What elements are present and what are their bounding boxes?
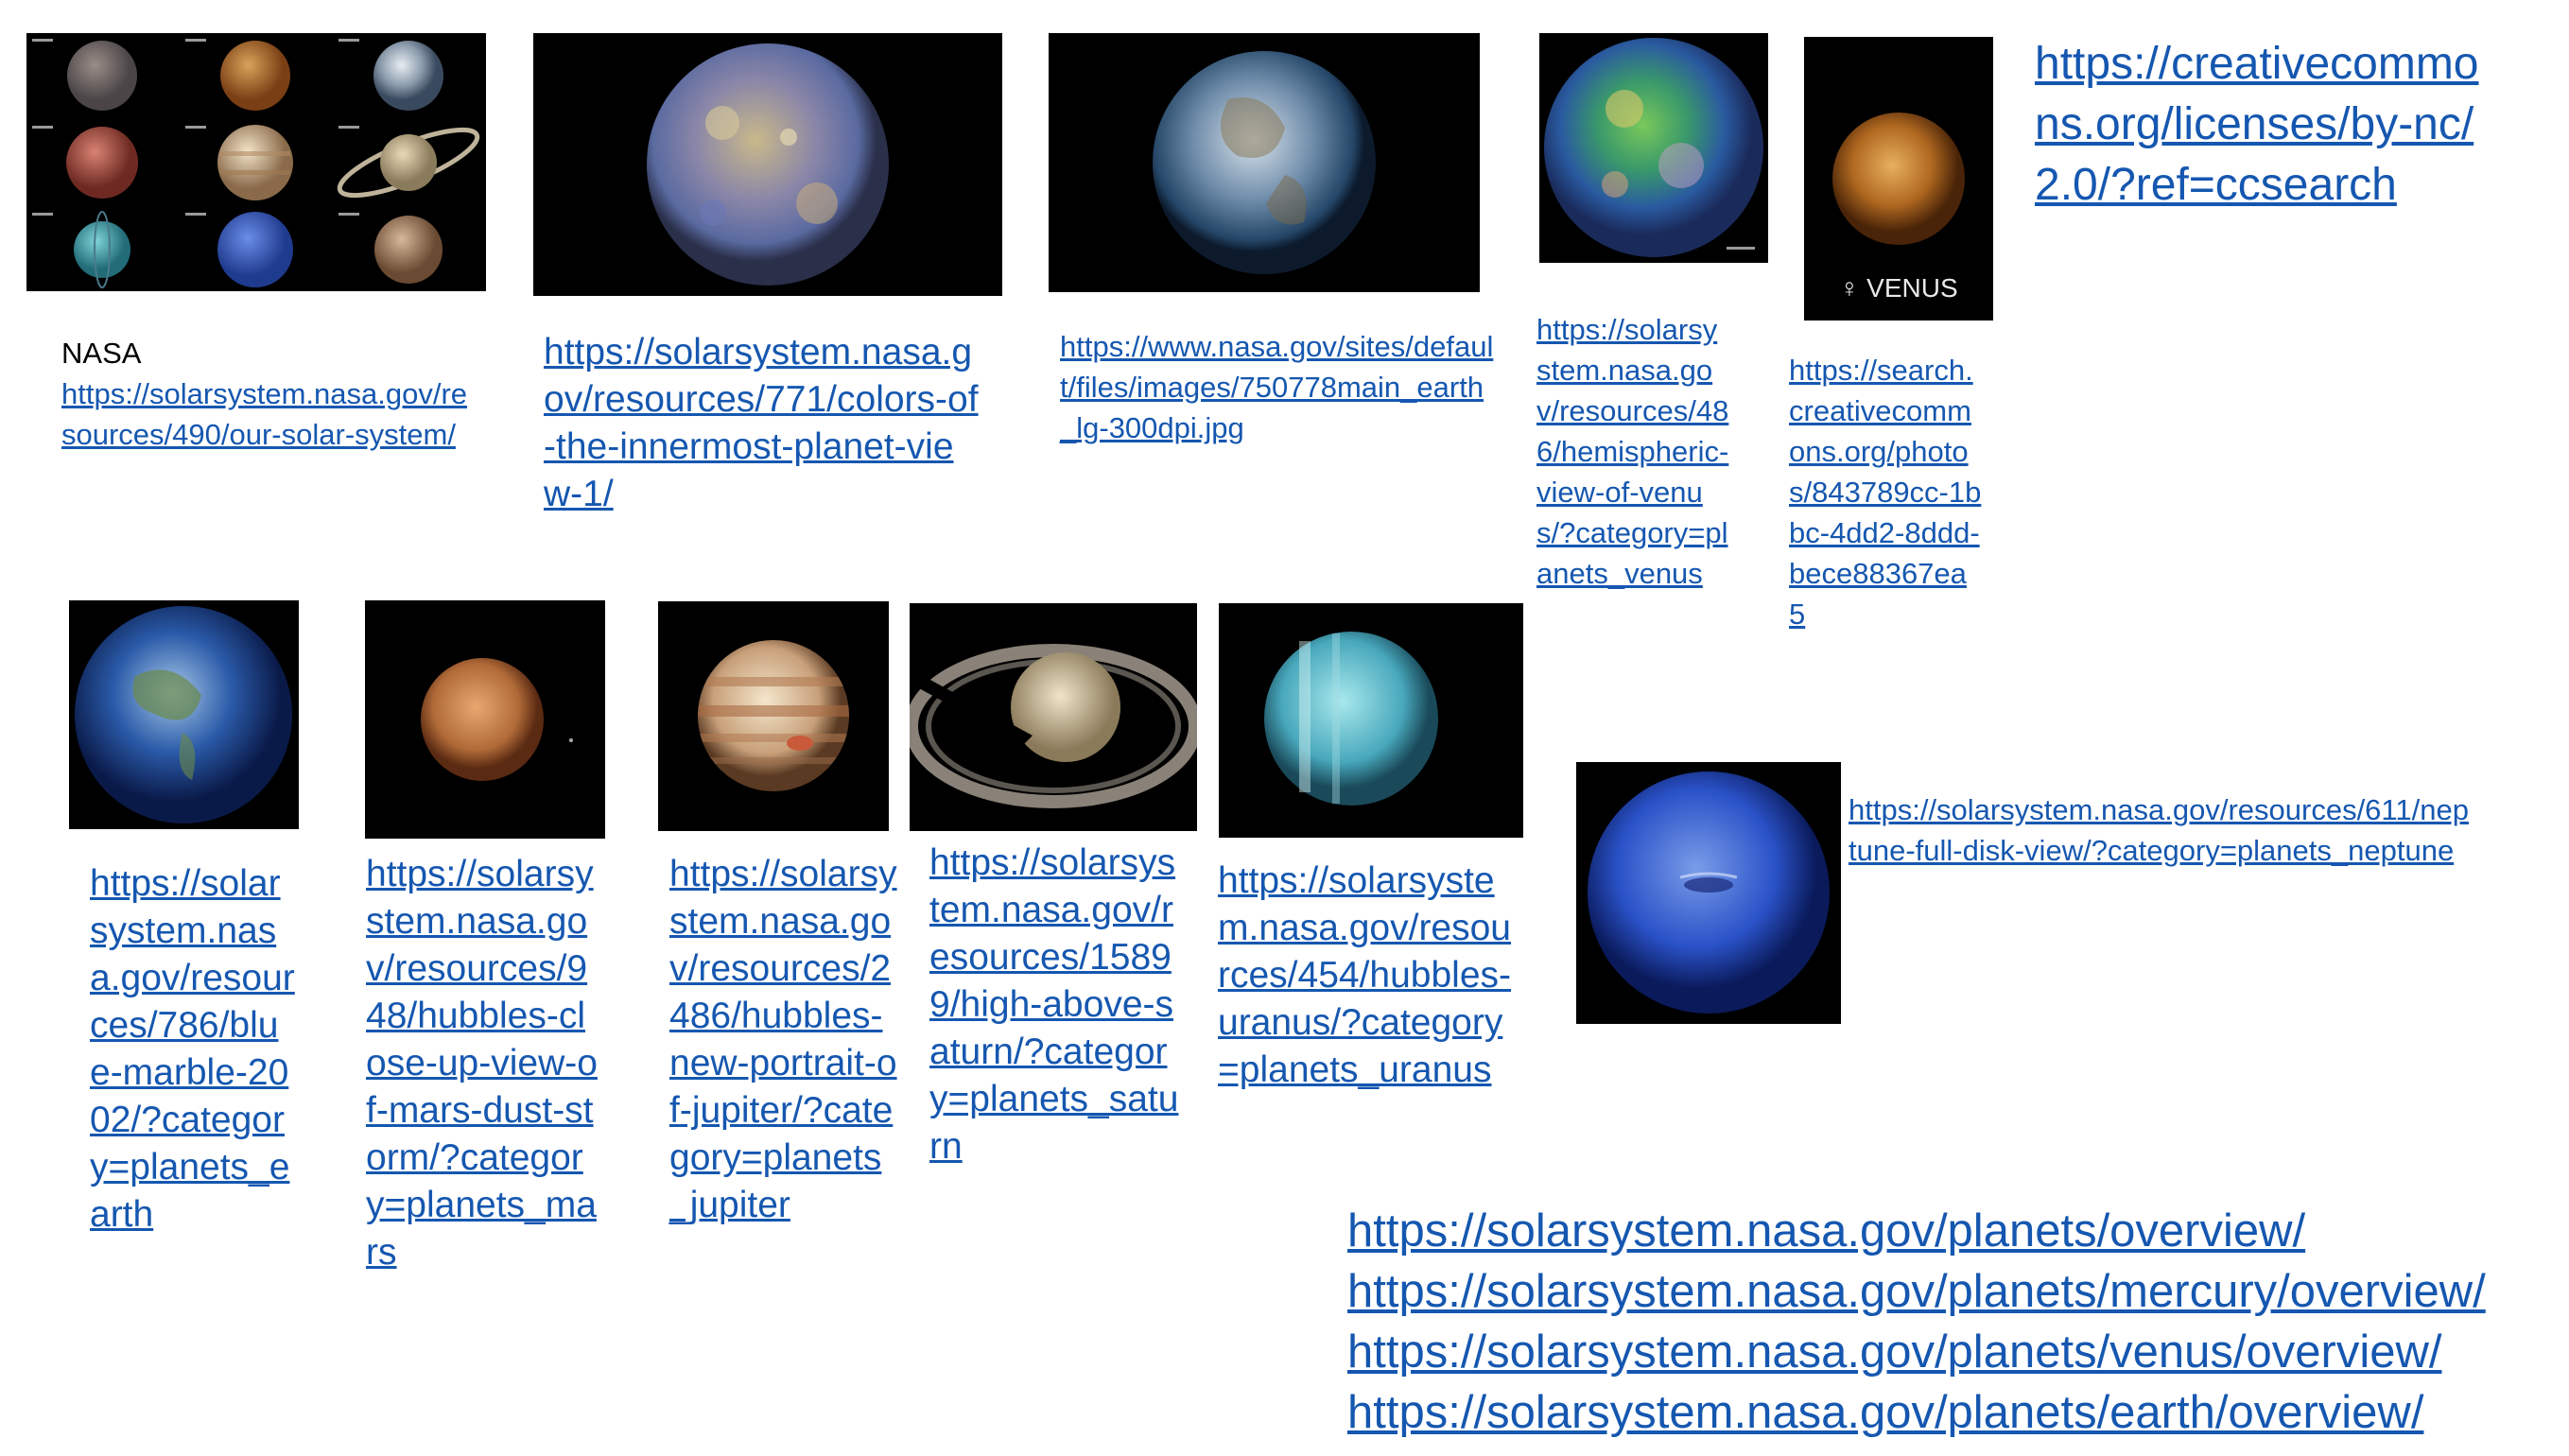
mercury-overview-link[interactable]: https://solarsystem.nasa.gov/planets/mer… <box>1347 1261 2486 1322</box>
earth-globe-graphic <box>1049 33 1480 292</box>
earth-blue-marble-link[interactable]: https://solarsystem.nasa.gov/resources/7… <box>90 860 298 1239</box>
saturn-graphic <box>910 603 1197 831</box>
neptune-graphic <box>1576 762 1841 1024</box>
uranus-link[interactable]: https://solarsystem.nasa.gov/resources/4… <box>1218 858 1516 1094</box>
mercury-graphic <box>533 33 1002 296</box>
jupiter-image <box>658 601 889 831</box>
venus-hemispheric-graphic <box>1539 33 1768 263</box>
overview-links-list: https://solarsystem.nasa.gov/planets/ove… <box>1347 1201 2486 1443</box>
license-link[interactable]: https://creativecommons.org/licenses/by-… <box>2035 34 2498 216</box>
earth-image-link[interactable]: https://www.nasa.gov/sites/default/files… <box>1060 326 1495 448</box>
saturn-image <box>910 603 1197 831</box>
neptune-image <box>1576 762 1841 1024</box>
uranus-graphic <box>1219 603 1523 838</box>
mars-link[interactable]: https://solarsystem.nasa.gov/resources/9… <box>366 851 598 1276</box>
uranus-image <box>1219 603 1523 838</box>
nasa-credit: NASA <box>61 337 142 370</box>
earth-blue-marble-graphic <box>69 600 299 829</box>
earth-blue-marble-image <box>69 600 299 829</box>
venus-nasa-link[interactable]: https://solarsystem.nasa.gov/resources/4… <box>1536 309 1730 594</box>
venus-hemispheric-image <box>1539 33 1768 263</box>
saturn-link[interactable]: https://solarsystem.nasa.gov/resources/1… <box>929 840 1185 1170</box>
earth-overview-link[interactable]: https://solarsystem.nasa.gov/planets/ear… <box>1347 1382 2486 1443</box>
jupiter-graphic <box>658 601 889 831</box>
mercury-image <box>533 33 1002 296</box>
planets-overview-link[interactable]: https://solarsystem.nasa.gov/planets/ove… <box>1347 1201 2486 1261</box>
venus-poster-image: ♀ VENUS <box>1804 37 1993 321</box>
venus-overview-link[interactable]: https://solarsystem.nasa.gov/planets/ven… <box>1347 1322 2486 1382</box>
venus-creativecommons-link[interactable]: https://search.creativecommons.org/photo… <box>1789 350 1983 634</box>
mars-graphic <box>365 600 605 839</box>
solar-system-planets-image <box>26 33 486 291</box>
earth-globe-image <box>1049 33 1480 292</box>
mercury-link[interactable]: https://solarsystem.nasa.gov/resources/7… <box>544 329 979 518</box>
venus-poster-graphic: ♀ VENUS <box>1804 37 1993 321</box>
solar-system-planets-graphic <box>26 33 486 291</box>
jupiter-link[interactable]: https://solarsystem.nasa.gov/resources/2… <box>669 851 901 1229</box>
mars-image <box>365 600 605 839</box>
neptune-link[interactable]: https://solarsystem.nasa.gov/resources/6… <box>1849 789 2473 871</box>
our-solar-system-link[interactable]: https://solarsystem.nasa.gov/resources/4… <box>61 373 477 455</box>
venus-poster-caption: ♀ VENUS <box>1839 273 1957 303</box>
